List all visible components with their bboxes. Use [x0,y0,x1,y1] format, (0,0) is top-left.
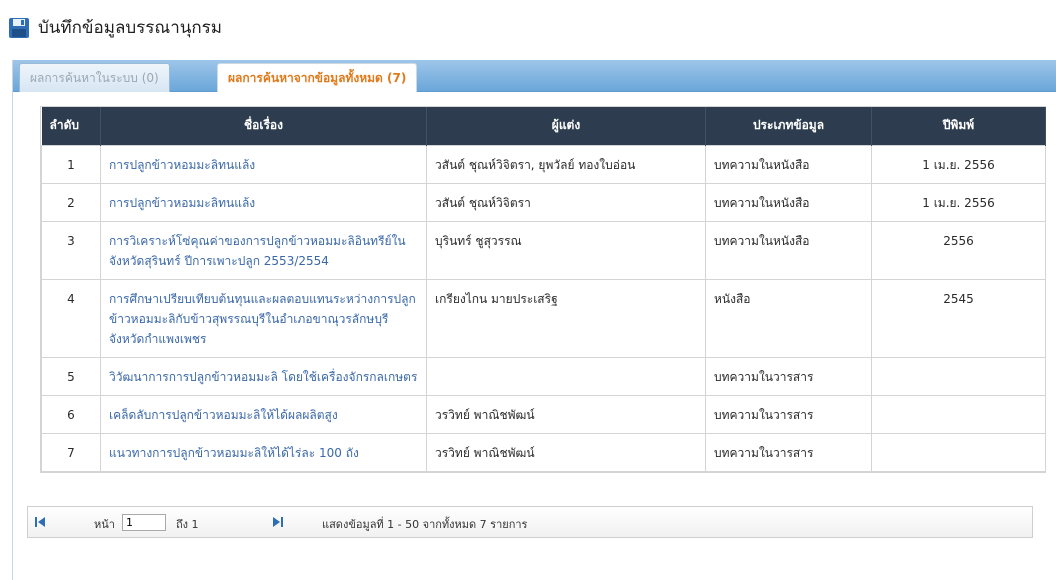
column-header-title[interactable]: ชื่อเรื่อง [100,107,427,145]
record-title-link[interactable]: แนวทางการปลูกข้าวหอมมะลิให้ได้ไร่ละ 100 … [109,446,359,460]
table-header-row: ลำดับ ชื่อเรื่อง ผู้แต่ง ประเภทข้อมูล ปี… [41,107,1046,145]
row-year: 1 เม.ย. 2556 [871,182,1046,222]
record-title-link[interactable]: การปลูกข้าวหอมมะลิทนแล้ง [109,158,255,172]
page-number-input[interactable] [122,514,166,531]
page-title: บันทึกข้อมูลบรรณานุกรม [38,18,222,38]
results-table: ลำดับ ชื่อเรื่อง ผู้แต่ง ประเภทข้อมูล ปี… [41,107,1046,472]
row-type: บทความในหนังสือ [705,220,872,280]
column-header-number[interactable]: ลำดับ [41,107,101,145]
row-author: เกรียงไกน มายประเสริฐ [426,278,706,358]
row-number: 3 [41,220,101,280]
row-year [871,394,1046,434]
column-header-type[interactable]: ประเภทข้อมูล [705,107,872,145]
tab-all-results[interactable]: ผลการค้นหาจากข้อมูลทั้งหมด (7) [217,63,418,92]
row-author: วรวิทย์ พาณิชพัฒน์ [426,432,706,472]
page-label: หน้า [94,518,115,531]
record-title-link[interactable]: วิวัฒนาการการปลูกข้าวหอมมะลิ โดยใช้เครื่… [109,370,417,384]
record-title-link[interactable]: การวิเคราะห์โซ่คุณค่าของการปลูกข้าวหอมมะ… [109,234,406,268]
row-number: 5 [41,356,101,396]
table-row: 4 การศึกษาเปรียบเทียบต้นทุนและผลตอบแทนระ… [41,278,1046,358]
row-author: วรวิทย์ พาณิชพัฒน์ [426,394,706,434]
row-type: บทความในวารสาร [705,356,872,396]
row-number: 2 [41,182,101,222]
row-author [426,356,706,396]
row-number: 7 [41,432,101,472]
row-type: หนังสือ [705,278,872,358]
first-page-icon[interactable] [34,516,46,528]
row-number: 4 [41,278,101,358]
table-row: 5 วิวัฒนาการการปลูกข้าวหอมมะลิ โดยใช้เคร… [41,356,1046,396]
results-panel: ผลการค้นหาในระบบ (0) ผลการค้นหาจากข้อมูล… [12,60,1056,580]
last-page-icon[interactable] [272,516,284,528]
row-type: บทความในวารสาร [705,432,872,472]
page-total-label: ถึง 1 [176,518,199,531]
table-row: 1 การปลูกข้าวหอมมะลิทนแล้ง วสันต์ ชุณห์ว… [41,144,1046,184]
tab-system-results[interactable]: ผลการค้นหาในระบบ (0) [19,63,170,92]
row-year [871,356,1046,396]
row-year: 2556 [871,220,1046,280]
row-year: 1 เม.ย. 2556 [871,144,1046,184]
pagination-bar: หน้า ถึง 1 แสดงข้อมูลที่ 1 - 50 จากทั้งห… [27,506,1033,538]
column-header-year[interactable]: ปีพิมพ์ [871,107,1046,145]
page-header: บันทึกข้อมูลบรรณานุกรม [8,14,222,41]
row-year [871,432,1046,472]
row-type: บทความในวารสาร [705,394,872,434]
save-icon [9,17,29,38]
table-row: 6 เคล็ดลับการปลูกข้าวหอมมะลิให้ได้ผลผลิต… [41,394,1046,434]
row-author: วสันต์ ชุณห์วิจิตรา [426,182,706,222]
results-table-wrapper: ลำดับ ชื่อเรื่อง ผู้แต่ง ประเภทข้อมูล ปี… [40,106,1046,473]
record-title-link[interactable]: การปลูกข้าวหอมมะลิทนแล้ง [109,196,255,210]
row-author: วสันต์ ชุณห์วิจิตรา, ยุพวัลย์ ทองใบอ่อน [426,144,706,184]
record-title-link[interactable]: การศึกษาเปรียบเทียบต้นทุนและผลตอบแทนระหว… [109,292,416,346]
row-year: 2545 [871,278,1046,358]
table-row: 7 แนวทางการปลูกข้าวหอมมะลิให้ได้ไร่ละ 10… [41,432,1046,472]
row-number: 6 [41,394,101,434]
table-row: 3 การวิเคราะห์โซ่คุณค่าของการปลูกข้าวหอม… [41,220,1046,280]
table-row: 2 การปลูกข้าวหอมมะลิทนแล้ง วสันต์ ชุณห์ว… [41,182,1046,222]
column-header-author[interactable]: ผู้แต่ง [426,107,706,145]
row-type: บทความในหนังสือ [705,182,872,222]
row-author: บุรินทร์ ชูสุวรรณ [426,220,706,280]
record-title-link[interactable]: เคล็ดลับการปลูกข้าวหอมมะลิให้ได้ผลผลิตสู… [109,408,338,422]
pagination-info: แสดงข้อมูลที่ 1 - 50 จากทั้งหมด 7 รายการ [322,518,528,531]
row-number: 1 [41,144,101,184]
tab-bar: ผลการค้นหาในระบบ (0) ผลการค้นหาจากข้อมูล… [13,60,1056,92]
row-type: บทความในหนังสือ [705,144,872,184]
